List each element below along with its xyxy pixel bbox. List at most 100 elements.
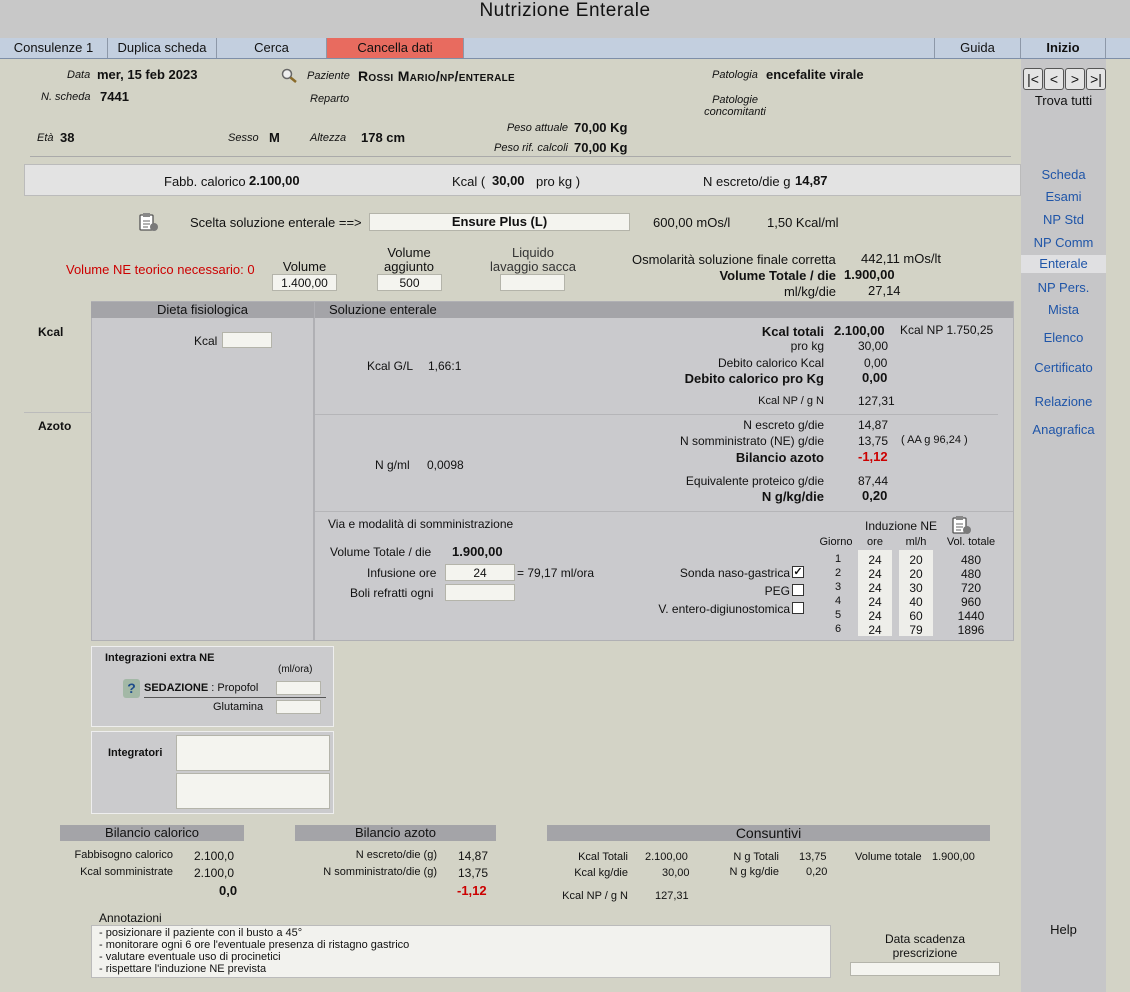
annotazione-line: - rispettare l'induzione NE prevista [99, 963, 267, 975]
consulenze-button[interactable]: Consulenze 1 [0, 38, 108, 58]
clipboard-icon[interactable] [137, 212, 159, 235]
glutamina-input[interactable] [276, 700, 321, 714]
kcal-np-cons-label: Kcal NP / g N [562, 890, 628, 902]
induzione-mlh-cell[interactable]: 20 [899, 567, 933, 581]
integratori-field-2[interactable] [176, 773, 330, 809]
trova-tutti-button[interactable]: Trova tutti [1021, 93, 1106, 108]
bil-n-escreto-value: 14,87 [458, 849, 489, 863]
induzione-mlh-cell[interactable]: 20 [899, 553, 933, 567]
induzione-ore-cell[interactable]: 24 [858, 553, 892, 567]
kcal-somministrate-value: 2.100,0 [194, 866, 235, 880]
propofol-input[interactable] [276, 681, 321, 695]
infusione-ore-label: Infusione ore [367, 566, 437, 580]
guida-button[interactable]: Guida [934, 38, 1021, 58]
annotazione-line: - monitorare ogni 6 ore l'eventuale pres… [99, 939, 410, 951]
sidebar-item-anagrafica[interactable]: Anagrafica [1021, 422, 1106, 437]
volume-aggiunto-label-2: aggiunto [384, 259, 434, 274]
data-value: mer, 15 feb 2023 [97, 67, 198, 82]
prev-record-button[interactable]: < [1044, 68, 1064, 90]
annotazione-line: - posizionare il paziente con il busto a… [99, 927, 303, 939]
soluzione-enterale-field[interactable]: Ensure Plus (L) [369, 213, 630, 231]
kcal-label: Kcal ( [452, 174, 486, 189]
n-somministrato-value: 13,75 [858, 434, 889, 448]
dieta-kcal-input[interactable] [222, 332, 272, 348]
liquido-label-1: Liquido [512, 245, 554, 260]
sidebar-item-mista[interactable]: Mista [1021, 302, 1106, 317]
sidebar-item-np-pers[interactable]: NP Pers. [1021, 280, 1106, 295]
integratori-field-1[interactable] [176, 735, 330, 771]
induzione-mlh-cell[interactable]: 40 [899, 595, 933, 609]
glutamina-label: Glutamina [213, 701, 264, 713]
n-gml-label: N g/ml [375, 458, 410, 472]
annotazioni-textarea[interactable]: - posizionare il paziente con il busto a… [91, 925, 831, 978]
n-escreto-label: N escreto/die g [703, 174, 791, 189]
induzione-vol-cell: 1440 [957, 609, 985, 623]
sidebar-item-enterale[interactable]: Enterale [1021, 255, 1106, 273]
scadenza-label-1: Data scadenza [884, 932, 966, 946]
peg-checkbox[interactable] [792, 584, 804, 596]
search-patient-icon[interactable] [280, 67, 298, 86]
induzione-ore-cell[interactable]: 24 [858, 595, 892, 609]
bil-azoto-total: -1,12 [457, 883, 487, 898]
next-record-button[interactable]: > [1065, 68, 1085, 90]
first-record-button[interactable]: |< [1023, 68, 1043, 90]
volume-totale-label: Volume Totale / die [719, 268, 836, 283]
bilancio-calorico-total: 0,0 [219, 883, 238, 898]
n-escreto-value: 14,87 [795, 173, 828, 188]
n-escreto-gdie-value: 14,87 [858, 418, 889, 432]
via-vtot-value: 1.900,00 [452, 544, 503, 559]
duplica-scheda-button[interactable]: Duplica scheda [108, 38, 217, 58]
induzione-mlh-cell[interactable]: 30 [899, 581, 933, 595]
kcal-kg-cons-value: 30,00 [662, 867, 690, 879]
sidebar-item-elenco[interactable]: Elenco [1021, 330, 1106, 345]
sidebar-item-esami[interactable]: Esami [1021, 189, 1106, 204]
ved-checkbox[interactable] [792, 602, 804, 614]
induzione-vol-cell: 1896 [957, 623, 985, 637]
section-divider [24, 412, 92, 413]
scadenza-input[interactable] [850, 962, 1000, 976]
soluzione-header: Soluzione enterale [315, 302, 1013, 318]
integratori-title: Integratori [108, 747, 163, 759]
kcal-np-value: Kcal NP 1.750,25 [900, 323, 994, 337]
sidebar-item-np-comm[interactable]: NP Comm [1021, 235, 1106, 250]
help-button[interactable]: Help [1021, 922, 1106, 937]
induzione-ore-cell[interactable]: 24 [858, 567, 892, 581]
altezza-label: Altezza [310, 132, 347, 144]
sidebar-item-np-std[interactable]: NP Std [1021, 212, 1106, 227]
sidebar-item-relazione[interactable]: Relazione [1021, 394, 1106, 409]
bil-n-somministrato-label: N somministrato/die (g) [323, 866, 437, 878]
induzione-mlh-cell[interactable]: 79 [899, 623, 933, 637]
induzione-vol-cell: 960 [960, 595, 982, 609]
induzione-title: Induzione NE [865, 519, 938, 533]
volume-aggiunto-input[interactable]: 500 [377, 274, 442, 291]
sidebar-item-scheda[interactable]: Scheda [1021, 167, 1106, 182]
reparto-label: Reparto [310, 93, 350, 105]
integrazioni-title: Integrazioni extra NE [105, 652, 215, 664]
liquido-lavaggio-input[interactable] [500, 274, 565, 291]
induzione-ore-cell[interactable]: 24 [858, 609, 892, 623]
last-record-button[interactable]: >| [1086, 68, 1106, 90]
sonda-checkbox[interactable]: ✓ [792, 566, 804, 578]
boli-input[interactable] [445, 584, 515, 601]
cerca-button[interactable]: Cerca [217, 38, 327, 58]
induzione-ore-cell[interactable]: 24 [858, 623, 892, 637]
cancella-dati-button[interactable]: Cancella dati [327, 38, 464, 58]
kcal-section-label: Kcal [38, 325, 64, 339]
bil-n-somministrato-value: 13,75 [458, 866, 489, 880]
peso-rif-label: Peso rif. calcoli [494, 142, 568, 154]
induzione-giorno-cell: 1 [834, 553, 842, 565]
infusione-rate: = 79,17 ml/ora [517, 566, 595, 580]
induzione-clipboard-icon[interactable] [950, 515, 972, 538]
inizio-button[interactable]: Inizio [1021, 38, 1106, 58]
help-icon[interactable]: ? [123, 679, 140, 698]
volume-input[interactable]: 1.400,00 [272, 274, 337, 291]
fabbisogno-label: Fabbisogno calorico [74, 849, 173, 861]
sidebar-item-certificato[interactable]: Certificato [1021, 360, 1106, 375]
induzione-ore-cell[interactable]: 24 [858, 581, 892, 595]
fabb-calorico-label: Fabb. calorico [164, 174, 246, 189]
volume-teorico-label: Volume NE teorico necessario: 0 [66, 262, 255, 277]
induzione-mlh-cell[interactable]: 60 [899, 609, 933, 623]
infusione-ore-input[interactable]: 24 [445, 564, 515, 581]
induzione-vol-cell: 720 [960, 581, 982, 595]
propofol-label: : Propofol [211, 682, 259, 694]
